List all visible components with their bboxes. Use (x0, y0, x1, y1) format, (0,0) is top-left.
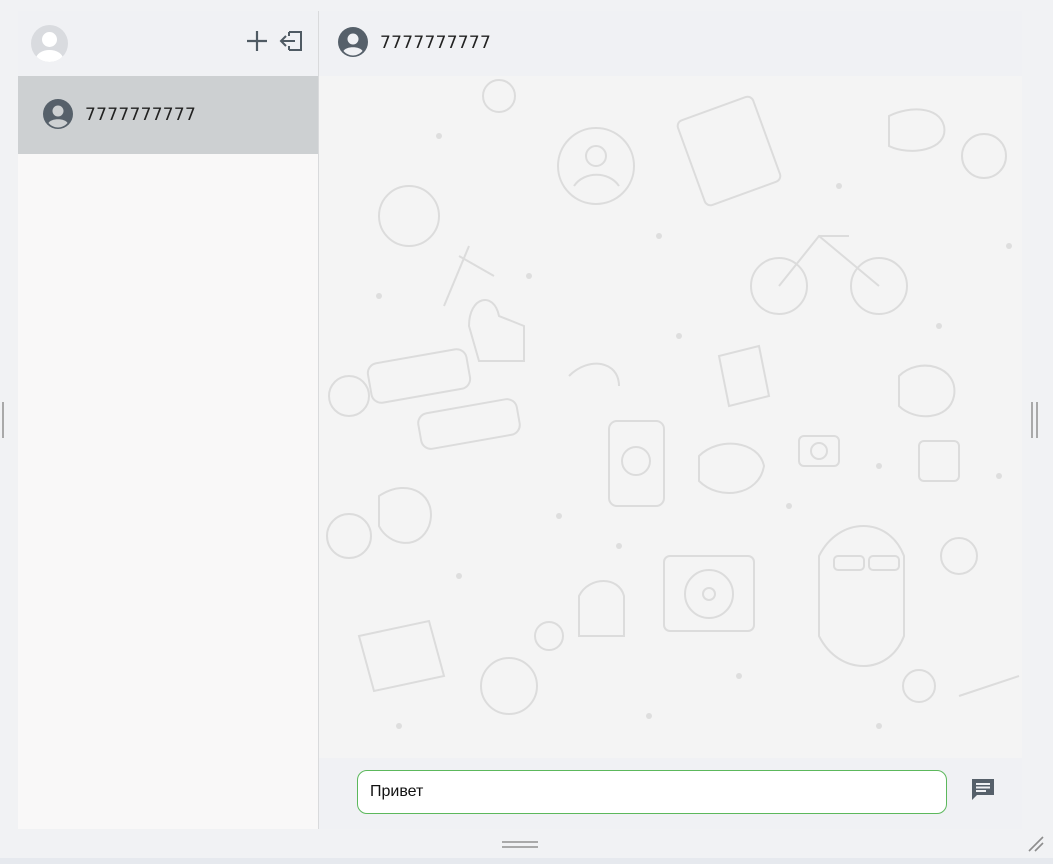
send-button[interactable] (968, 775, 998, 805)
chat-list-item-name: 7777777777 (85, 105, 197, 125)
message-area (319, 76, 1022, 758)
sidebar: 7777777777 (18, 11, 319, 829)
user-circle-icon (43, 99, 73, 129)
user-circle-icon (338, 27, 368, 57)
new-chat-button[interactable] (244, 28, 270, 54)
bottom-strip (0, 858, 1053, 864)
chat-list-item[interactable]: 7777777777 (18, 76, 318, 154)
message-send-icon (972, 779, 994, 800)
bottom-splitter-handle[interactable] (502, 841, 538, 848)
left-splitter-handle[interactable] (2, 402, 9, 438)
chat-panel: 7777777777 (319, 11, 1022, 829)
message-composer (319, 758, 1022, 829)
sidebar-header (18, 11, 318, 76)
resize-grip-icon[interactable] (1027, 835, 1045, 853)
right-splitter-handle[interactable] (1031, 402, 1038, 438)
my-avatar[interactable] (31, 25, 68, 62)
logout-button[interactable] (279, 28, 305, 54)
doodle-background (319, 76, 1022, 758)
logout-icon (279, 31, 302, 51)
chat-header: 7777777777 (319, 11, 1022, 76)
chat-app: 7777777777 7777777777 (18, 11, 1022, 829)
message-input[interactable] (357, 770, 947, 814)
chat-header-name: 7777777777 (380, 33, 492, 53)
plus-icon (247, 31, 267, 51)
